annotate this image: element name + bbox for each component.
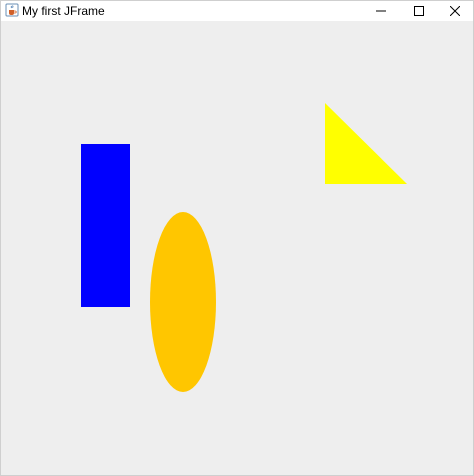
yellow-triangle (325, 103, 407, 184)
title-bar[interactable]: My first JFrame (1, 1, 473, 21)
close-icon (450, 6, 460, 16)
minimize-icon (376, 6, 386, 16)
drawing-canvas (81, 103, 407, 392)
window-title: My first JFrame (22, 4, 105, 18)
close-button[interactable] (436, 1, 474, 21)
minimize-button[interactable] (362, 1, 400, 21)
maximize-icon (414, 6, 424, 16)
orange-ellipse (150, 212, 216, 392)
maximize-button[interactable] (400, 1, 438, 21)
jframe-window: My first JFrame (0, 0, 474, 476)
content-pane (1, 21, 473, 475)
blue-rectangle (81, 144, 130, 307)
java-cup-icon[interactable] (5, 3, 19, 17)
